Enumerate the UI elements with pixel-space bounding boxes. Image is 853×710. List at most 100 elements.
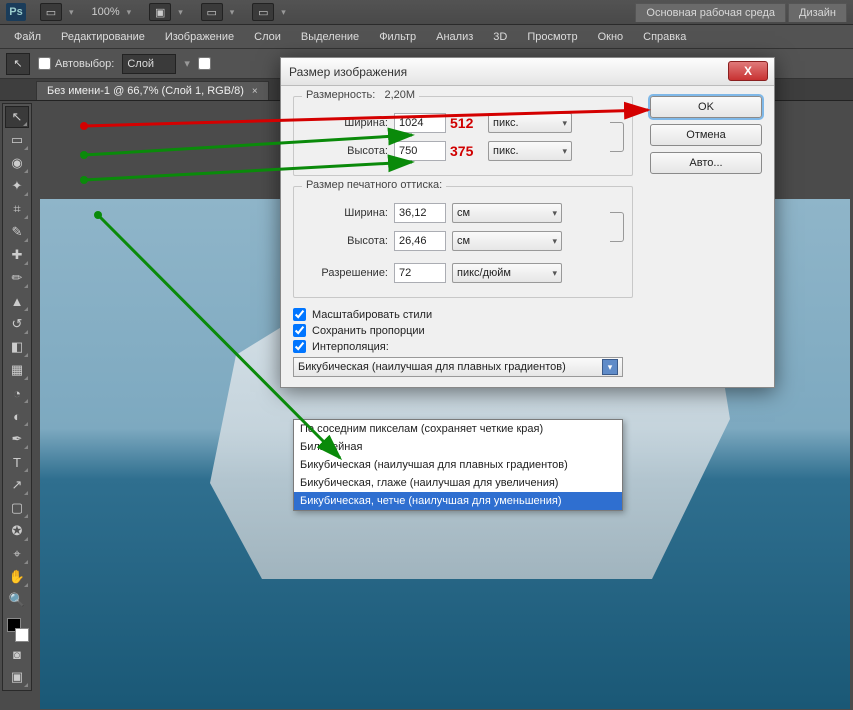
color-swatches[interactable] [5,616,29,642]
pen-tool-icon[interactable]: ✒ [5,428,29,450]
menu-image[interactable]: Изображение [155,28,244,46]
autoselect-dd-icon[interactable]: ▾ [184,57,190,70]
move-tool-icon[interactable]: ↖ [5,106,29,128]
link-dimensions-icon[interactable] [610,122,624,152]
menu-layers[interactable]: Слои [244,28,291,46]
healing-tool-icon[interactable]: ✚ [5,244,29,266]
menu-filter[interactable]: Фильтр [369,28,426,46]
path-select-tool-icon[interactable]: ↗ [5,474,29,496]
scale-styles-check[interactable] [293,308,306,321]
shape-tool-icon[interactable]: ▢ [5,497,29,519]
blur-tool-icon[interactable]: ◔ [5,382,29,404]
scale-styles-checkbox[interactable]: Масштабировать стили [293,308,762,321]
show-transform-check[interactable] [198,57,211,70]
autoselect-checkbox[interactable]: Автовыбор: [38,57,114,70]
print-size-group: Размер печатного оттиска: Ширина: см Выс… [293,186,633,298]
zoom-dropdown[interactable]: 100% [88,6,136,18]
screen-mode-dropdown[interactable]: ▣ [145,3,187,21]
interpolation-checkbox[interactable]: Интерполяция: [293,340,762,353]
dodge-tool-icon[interactable]: ◐ [5,405,29,427]
eyedropper-tool-icon[interactable]: ✎ [5,221,29,243]
width-unit-select[interactable]: пикс. [488,113,572,133]
dialog-body: OK Отмена Авто... Размерность: 2,20M Шир… [281,86,774,387]
extras-dropdown[interactable]: ▭ [248,3,290,21]
screenmode-tool-icon[interactable]: ▣ [5,666,29,688]
height-input[interactable] [394,141,446,161]
document-tab-close-icon[interactable]: × [252,86,258,97]
current-tool-icon[interactable]: ↖ [6,53,30,75]
constrain-proportions-check[interactable] [293,324,306,337]
constrain-proportions-checkbox[interactable]: Сохранить пропорции [293,324,762,337]
history-brush-tool-icon[interactable]: ↺ [5,313,29,335]
interpolation-dropdown-icon[interactable]: ▾ [602,359,618,375]
hand-tool-icon[interactable]: ✋ [5,566,29,588]
menu-bar: Файл Редактирование Изображение Слои Выд… [0,25,853,49]
background-swatch[interactable] [15,628,29,642]
constrain-proportions-label: Сохранить пропорции [312,325,425,337]
show-transform-checkbox[interactable] [198,57,211,70]
menu-analysis[interactable]: Анализ [426,28,483,46]
menu-window[interactable]: Окно [588,28,634,46]
doc-layout-dropdown[interactable]: ▭ [36,3,78,21]
menu-edit[interactable]: Редактирование [51,28,155,46]
wand-tool-icon[interactable]: ✦ [5,175,29,197]
height-label: Высота: [302,145,388,157]
menu-select[interactable]: Выделение [291,28,369,46]
print-height-label: Высота: [302,235,388,247]
width-label: Ширина: [302,117,388,129]
width-input[interactable] [394,113,446,133]
image-size-dialog: Размер изображения X OK Отмена Авто... Р… [280,57,775,388]
eraser-tool-icon[interactable]: ◧ [5,336,29,358]
dialog-titlebar[interactable]: Размер изображения X [281,58,774,86]
autoselect-check[interactable] [38,57,51,70]
menu-file[interactable]: Файл [4,28,51,46]
print-height-input[interactable] [394,231,446,251]
resolution-input[interactable] [394,263,446,283]
crop-tool-icon[interactable]: ⌗ [5,198,29,220]
cancel-button[interactable]: Отмена [650,124,762,146]
interpolation-select[interactable]: Бикубическая (наилучшая для плавных град… [293,357,623,377]
interpolation-check[interactable] [293,340,306,353]
scale-styles-label: Масштабировать стили [312,309,432,321]
workspace-design-tab[interactable]: Дизайн [788,3,847,22]
stamp-tool-icon[interactable]: ▲ [5,290,29,312]
brush-tool-icon[interactable]: ✏ [5,267,29,289]
print-width-unit-select[interactable]: см [452,203,562,223]
pixel-dimensions-label: Размерность: 2,20M [302,89,419,101]
interp-option-bicubic-sharper[interactable]: Бикубическая, четче (наилучшая для умень… [294,492,622,510]
workspace-main-tab[interactable]: Основная рабочая среда [635,3,786,22]
type-tool-icon[interactable]: T [5,451,29,473]
print-width-label: Ширина: [302,207,388,219]
interp-option-bicubic-smoother[interactable]: Бикубическая, глаже (наилучшая для увели… [294,474,622,492]
menu-view[interactable]: Просмотр [517,28,587,46]
3d-tool-icon[interactable]: ✪ [5,520,29,542]
print-height-unit-select[interactable]: см [452,231,562,251]
height-unit-select[interactable]: пикс. [488,141,572,161]
gradient-tool-icon[interactable]: ▦ [5,359,29,381]
menu-help[interactable]: Справка [633,28,696,46]
link-print-icon[interactable] [610,212,624,242]
ok-button[interactable]: OK [650,96,762,118]
interpolation-selected: Бикубическая (наилучшая для плавных град… [298,361,566,373]
resolution-unit-select[interactable]: пикс/дюйм [452,263,562,283]
resolution-label: Разрешение: [302,267,388,279]
width-new-value: 512 [450,115,482,131]
document-tab[interactable]: Без имени-1 @ 66,7% (Слой 1, RGB/8) × [36,81,269,100]
print-width-input[interactable] [394,203,446,223]
zoom-tool-icon[interactable]: 🔍 [5,589,29,611]
app-bar: Ps ▭ 100% ▣ ▭ ▭ Основная рабочая среда Д… [0,0,853,25]
interp-option-nearest[interactable]: По соседним пикселам (сохраняет четкие к… [294,420,622,438]
auto-button[interactable]: Авто... [650,152,762,174]
marquee-tool-icon[interactable]: ▭ [5,129,29,151]
ps-logo: Ps [6,3,26,21]
autoselect-target[interactable] [122,54,176,74]
interp-option-bilinear[interactable]: Билинейная [294,438,622,456]
3d-camera-tool-icon[interactable]: ⌖ [5,543,29,565]
dialog-close-button[interactable]: X [728,61,768,81]
menu-3d[interactable]: 3D [483,28,517,46]
quickmask-tool-icon[interactable]: ◙ [5,643,29,665]
interp-option-bicubic[interactable]: Бикубическая (наилучшая для плавных град… [294,456,622,474]
arrange-dropdown[interactable]: ▭ [197,3,239,21]
document-tab-title: Без имени-1 @ 66,7% (Слой 1, RGB/8) [47,85,244,97]
lasso-tool-icon[interactable]: ◉ [5,152,29,174]
